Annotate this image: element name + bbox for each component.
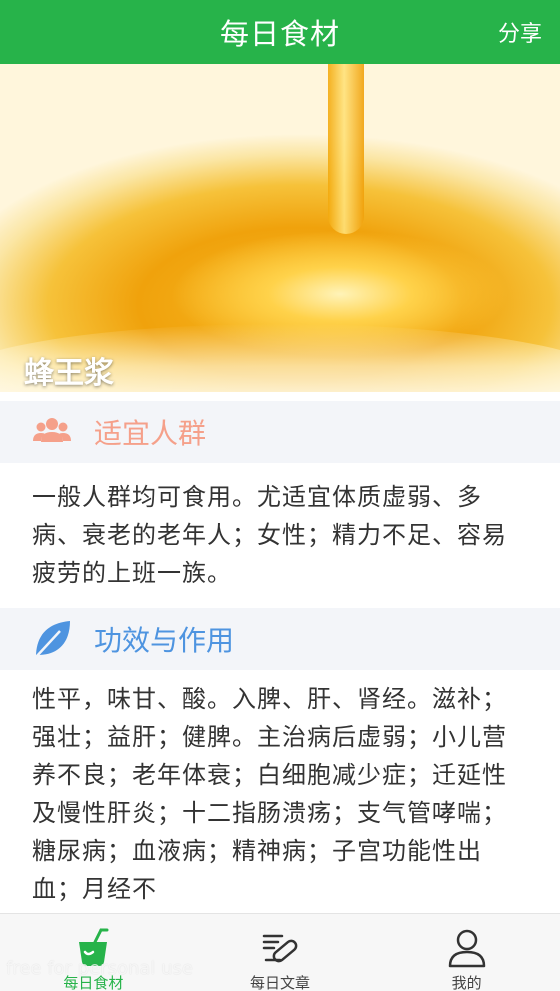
tab-daily-ingredients[interactable]: 每日食材 <box>0 914 187 991</box>
hero-image: 蜂王浆 <box>0 64 560 392</box>
tab-daily-articles[interactable]: 每日文章 <box>187 914 374 991</box>
share-button[interactable]: 分享 <box>498 16 542 48</box>
section-header-effects: 功效与作用 <box>0 608 560 670</box>
page-title: 每日食材 <box>219 17 340 51</box>
leaf-icon <box>30 617 74 661</box>
bottom-tab-bar: 每日食材 每日文章 我的 <box>0 913 560 991</box>
watermark-text: free for personal use <box>6 958 193 979</box>
people-icon <box>30 410 74 454</box>
tab-mine[interactable]: 我的 <box>373 914 560 991</box>
tab-label: 每日文章 <box>250 974 311 991</box>
suitable-people-text: 一般人群均可食用。尤适宜体质虚弱、多病、衰老的老年人；女性；精力不足、容易疲劳的… <box>32 483 507 587</box>
section-title: 适宜人群 <box>94 417 207 450</box>
section-title: 功效与作用 <box>94 624 235 657</box>
honey-drip <box>328 64 364 234</box>
tab-label: 我的 <box>451 974 482 991</box>
food-name: 蜂王浆 <box>24 356 114 391</box>
app-bar: 每日食材 分享 <box>0 0 560 64</box>
section-header-suitable-people: 适宜人群 <box>0 401 560 463</box>
user-icon <box>448 929 485 968</box>
effects-text: 性平，味甘、酸。入脾、肝、肾经。滋补；强壮；益肝；健脾。主治病后虚弱；小儿营养不… <box>32 685 507 903</box>
article-icon <box>262 934 298 963</box>
